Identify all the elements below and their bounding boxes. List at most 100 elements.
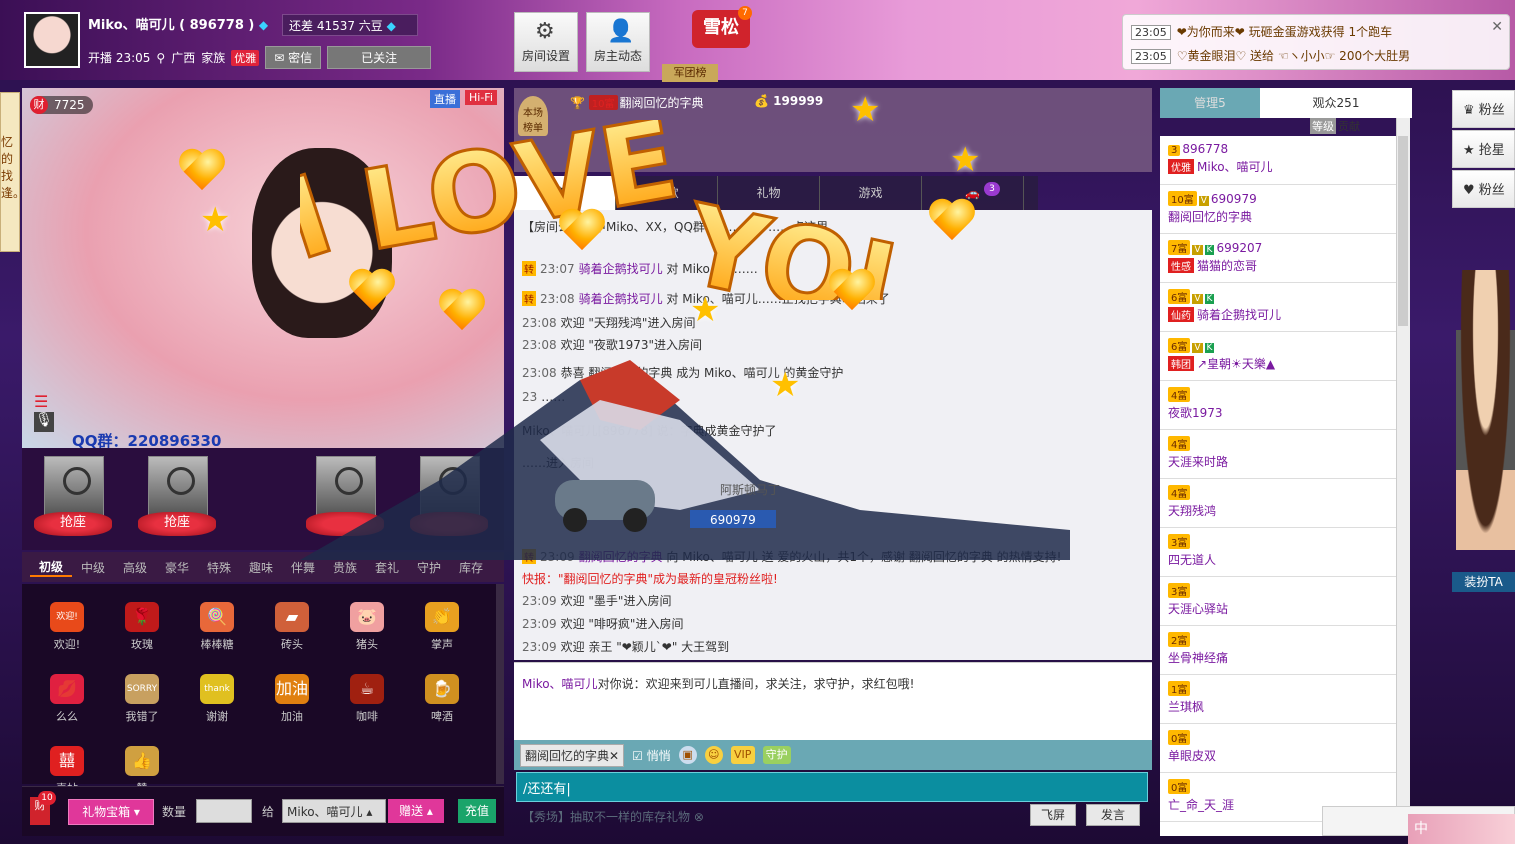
audience-name[interactable]: 亡_命_天_涯 [1168,798,1234,812]
chat-target-button[interactable]: 翻阅回忆的字典✕ [520,743,625,767]
guard-icon[interactable]: 守护 [762,746,791,764]
gift-tab[interactable]: 中级 [72,559,114,576]
audience-row[interactable]: 2富 坐骨神经痛 [1160,626,1396,675]
audience-name[interactable]: 天翔残鸿 [1168,504,1216,518]
grab-seat-button[interactable] [306,512,384,536]
audience-scroll-thumb[interactable] [1398,136,1408,326]
message-user[interactable]: 翻阅回忆的字典 [579,550,663,564]
gift-scrollbar[interactable] [496,584,504,784]
gift-tab[interactable]: 套礼 [366,559,408,576]
image-icon[interactable]: ▣ [678,746,697,764]
gift-tab[interactable]: 伴舞 [282,559,324,576]
close-icon[interactable]: ✕ [1491,19,1503,35]
audience-row[interactable]: 6富 V K 韩团 ↗皇朝☀天樂▲ [1160,332,1396,381]
gift-tab[interactable]: 特殊 [198,559,240,576]
fly-screen-button[interactable]: 飞屏 [1030,804,1076,826]
audience-name[interactable]: 夜歌1973 [1168,406,1223,420]
room-settings-button[interactable]: ⚙ 房间设置 [514,12,578,72]
top-fan[interactable]: 🏆 10富 翻阅回忆的字典 [570,94,704,111]
audience-row[interactable]: 0富 单眼皮双 [1160,724,1396,773]
sort-level[interactable]: 等级 [1310,118,1336,134]
chat-message[interactable]: 转 23:07 骑着企鹅找可儿 对 Miko、喵…… [522,260,758,277]
message-user[interactable]: 骑着企鹅找可儿 [579,292,663,306]
tab-car[interactable]: 🚗 [922,176,1024,210]
chat-message[interactable]: 23:09 欢迎 "墨手"进入房间 [522,592,671,609]
audience-row[interactable]: 4富 夜歌1973 [1160,381,1396,430]
audience-row[interactable]: 3 896778 优雅 Miko、喵可儿 [1160,136,1396,185]
fans-button[interactable]: ♛ 粉丝 [1452,90,1515,128]
hifi-tag[interactable]: Hi-Fi [465,90,497,105]
gift-item[interactable]: ☕ 咖啡 [332,674,402,724]
audience-name[interactable]: 翻阅回忆的字典 [1168,210,1252,224]
audience-row[interactable]: 3富 四无道人 [1160,528,1396,577]
gift-tab[interactable]: 豪华 [156,559,198,576]
host-name[interactable]: Miko、喵可儿 ( 896778 ) ◆ [88,14,268,33]
tab-gift[interactable]: 礼物 [718,176,820,210]
audience-row[interactable]: 3富 天涯心驿站 [1160,577,1396,626]
gift-tab[interactable]: 趣味 [240,559,282,576]
whisper-checkbox[interactable]: ☑ 悄悄 [632,747,671,764]
host-avatar[interactable] [24,12,80,68]
gift-item[interactable]: 💋 么么 [32,674,102,724]
audience-row[interactable]: 4富 天涯来时路 [1160,430,1396,479]
audience-name[interactable]: 猫猫的恋哥 [1197,259,1257,273]
tab-game[interactable]: 游戏 [820,176,922,210]
chat-message[interactable]: 快报："翻阅回忆的字典"成为最新的皇冠粉丝啦! [522,570,778,587]
gift-item[interactable]: 🐷 猪头 [332,602,402,652]
gift-tab[interactable]: 初级 [30,558,72,577]
audience-name[interactable]: 骑着企鹅找可儿 [1197,308,1281,322]
seat-slot[interactable] [306,456,384,544]
tab-chat[interactable]: 聊天 [514,176,616,210]
tab-audience[interactable]: 观众251 [1260,88,1412,118]
chat-messages[interactable]: 【房间公告】甲Miko、XX，QQ群：2……0，……点这里转 23:07 骑着企鹅找… [514,210,1152,660]
menu-icon[interactable]: ☰ [34,392,54,411]
audience-name[interactable]: 单眼皮双 [1168,749,1216,763]
audience-row[interactable]: 10富 V 690979 翻阅回忆的字典 [1160,185,1396,234]
family-name[interactable]: 优雅 [231,49,260,66]
grab-star-button[interactable]: ★ 抢星 [1452,130,1515,168]
emoji-icon[interactable]: ☺ [704,746,723,764]
chat-input[interactable] [516,772,1148,802]
host-news-button[interactable]: 👤 房主动态 [586,12,650,72]
send-gift-button[interactable]: 赠送 ▴ [388,799,444,823]
gift-tab[interactable]: 库存 [450,559,492,576]
grab-seat-button[interactable]: 抢座 [34,512,112,536]
close-icon[interactable]: ✕ [609,749,619,763]
grab-seat-button[interactable]: 抢座 [138,512,216,536]
gift-item[interactable]: thank 谢谢 [182,674,252,724]
fans-heart-button[interactable]: ♥ 粉丝 [1452,170,1515,208]
audience-name[interactable]: 天涯心驿站 [1168,602,1228,616]
chat-message[interactable]: 23:08 欢迎 "夜歌1973"进入房间 [522,336,702,353]
audience-name[interactable]: 兰琪枫 [1168,700,1204,714]
gift-tab[interactable]: 贵族 [324,559,366,576]
gift-item[interactable]: 🌹 玫瑰 [107,602,177,652]
seat-slot[interactable] [410,456,488,544]
seat-slot[interactable]: 抢座 [138,456,216,544]
gift-tab[interactable]: 守护 [408,559,450,576]
audience-name[interactable]: 坐骨神经痛 [1168,651,1228,665]
audience-name[interactable]: 天涯来时路 [1168,455,1228,469]
promo-text[interactable]: 【秀场】抽取不一样的库存礼物 ⊗ [522,808,704,825]
vip-icon[interactable]: VIP [730,746,755,764]
audience-row[interactable]: 7富 V K 699207 性感 猫猫的恋哥 [1160,234,1396,283]
chat-message[interactable]: 【房间公告】甲Miko、XX，QQ群：2……0，……点这里 [522,218,828,235]
gift-item[interactable]: SORRY 我错了 [107,674,177,724]
session-ranking-button[interactable]: 本场 榜单 [518,96,548,136]
recipient-select[interactable]: Miko、喵可儿 ▴ [282,799,386,823]
gift-item[interactable]: 加油 加油 [257,674,327,724]
gift-box-button[interactable]: 礼物宝箱 ▾ [68,799,154,825]
chat-message[interactable]: 23…… [522,390,565,404]
audience-name[interactable]: Miko、喵可儿 [1197,160,1273,174]
quantity-input[interactable] [196,799,252,823]
audience-name[interactable]: 四无道人 [1168,553,1216,567]
audience-row[interactable]: 1富 兰琪枫 [1160,675,1396,724]
close-icon[interactable]: ⊗ [694,810,704,824]
legion-rank-button[interactable]: 军团榜 [662,64,718,82]
chat-message[interactable]: 23:09 欢迎 "啡呀疯"进入房间 [522,615,683,632]
gift-item[interactable]: ▰ 砖头 [257,602,327,652]
message-user[interactable]: 骑着企鹅找可儿 [579,262,663,276]
live-tag[interactable]: 直播 [430,90,460,108]
chat-message[interactable]: ……进入房间 [522,454,594,471]
gift-item[interactable]: 🍺 啤酒 [407,674,477,724]
seat-slot[interactable]: 抢座 [34,456,112,544]
